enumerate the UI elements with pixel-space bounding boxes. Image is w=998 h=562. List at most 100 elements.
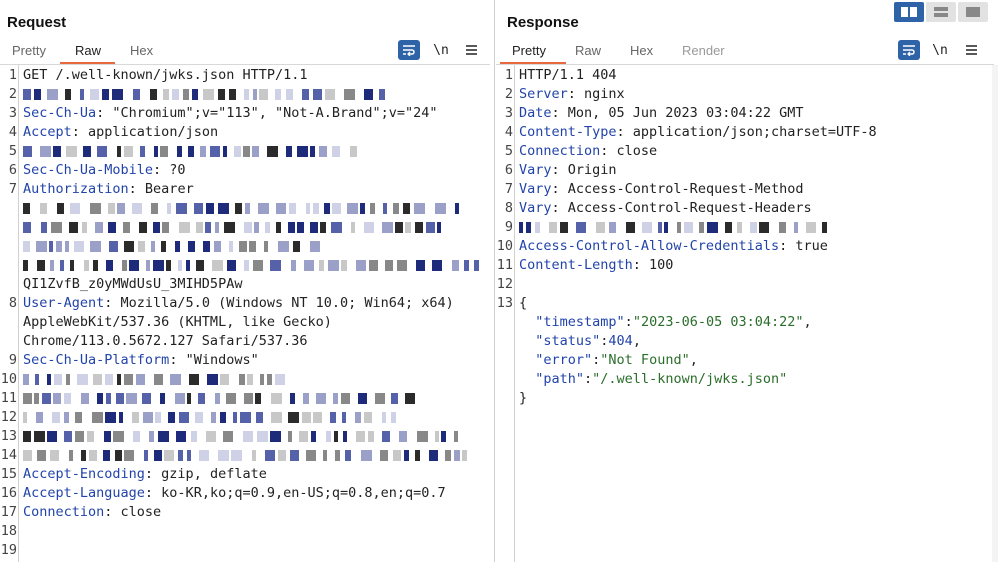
line-number: 18 <box>0 523 17 539</box>
request-code-line: AppleWebKit/537.36 (KHTML, like Gecko) <box>23 314 332 330</box>
tab-pretty[interactable]: Pretty <box>12 43 46 58</box>
redaction-block <box>117 373 121 385</box>
line-number: 6 <box>8 162 17 178</box>
redaction-block <box>535 221 540 233</box>
redaction-block <box>429 449 438 461</box>
redaction-block <box>725 221 732 233</box>
redaction-block <box>311 430 316 442</box>
redaction-block <box>275 88 281 100</box>
redaction-block <box>124 373 133 385</box>
tab-pretty[interactable]: Pretty <box>512 43 546 58</box>
redaction-block <box>52 411 60 423</box>
redaction-block <box>57 202 64 214</box>
layout-single-button[interactable] <box>958 2 988 22</box>
redaction-block <box>64 411 69 423</box>
line-number: 8 <box>504 200 513 216</box>
redaction-block <box>560 221 568 233</box>
layout-vertical-button[interactable] <box>926 2 956 22</box>
redaction-block <box>316 392 326 404</box>
redaction-block <box>260 373 264 385</box>
redaction-block <box>324 202 330 214</box>
redaction-block <box>224 221 235 233</box>
redaction-block <box>196 259 204 271</box>
redaction-block <box>103 449 110 461</box>
scrollbar[interactable] <box>992 65 998 562</box>
response-code-line: Connection: close <box>519 143 658 159</box>
response-code-line: "error":"Not Found", <box>519 352 698 368</box>
redaction-block <box>243 430 253 442</box>
redaction-block <box>526 221 531 233</box>
newline-button[interactable]: \n <box>430 40 452 60</box>
redaction-block <box>254 221 259 233</box>
menu-button[interactable] <box>460 40 482 60</box>
redaction-block <box>146 259 150 271</box>
redaction-block <box>70 259 74 271</box>
redaction-block <box>74 240 84 252</box>
response-code-line: Server: nginx <box>519 86 625 102</box>
redaction-block <box>347 202 358 214</box>
line-number: 13 <box>0 428 17 444</box>
tab-hex[interactable]: Hex <box>130 43 153 58</box>
redaction-block <box>196 221 203 233</box>
redaction-block <box>132 202 142 214</box>
redaction-block <box>313 202 319 214</box>
tab-hex[interactable]: Hex <box>630 43 653 58</box>
tab-render[interactable]: Render <box>682 43 725 58</box>
response-code-line: "timestamp":"2023-06-05 03:04:22", <box>519 314 812 330</box>
redaction-block <box>149 430 154 442</box>
tab-raw[interactable]: Raw <box>575 43 601 58</box>
redaction-block <box>244 259 249 271</box>
line-number: 2 <box>504 86 513 102</box>
redaction-block <box>206 430 216 442</box>
word-wrap-button[interactable] <box>898 40 920 60</box>
redaction-block <box>23 88 31 100</box>
redaction-block <box>310 240 320 252</box>
redaction-block <box>106 259 113 271</box>
redaction-block <box>82 221 87 233</box>
redaction-block <box>345 449 351 461</box>
response-code-line: { <box>519 295 528 311</box>
word-wrap-icon <box>903 45 915 56</box>
redaction-block <box>684 221 693 233</box>
menu-button[interactable] <box>960 40 982 60</box>
redaction-block <box>154 373 163 385</box>
redaction-block <box>23 202 30 214</box>
redaction-block <box>454 430 458 442</box>
line-number: 14 <box>0 447 17 463</box>
redaction-block <box>642 221 652 233</box>
redaction-block <box>278 240 289 252</box>
redaction-block <box>229 240 233 252</box>
redaction-block <box>223 430 233 442</box>
tab-raw[interactable]: Raw <box>75 43 101 58</box>
redaction-block <box>191 430 197 442</box>
redaction-block <box>37 259 45 271</box>
redaction-block <box>166 259 171 271</box>
redaction-block <box>106 392 111 404</box>
redaction-block <box>40 145 51 157</box>
redaction-block <box>50 449 59 461</box>
redaction-block <box>210 145 220 157</box>
redaction-block <box>403 202 410 214</box>
redaction-block <box>23 430 31 442</box>
word-wrap-button[interactable] <box>398 40 420 60</box>
request-editor[interactable]: 1 GET /.well-known/jwks.json HTTP/1.1 2 3 Se… <box>0 65 494 562</box>
redaction-block <box>87 430 94 442</box>
redaction-block <box>65 240 69 252</box>
response-title: Response <box>507 14 579 31</box>
line-number: 3 <box>8 105 17 121</box>
redaction-block <box>212 259 223 271</box>
redaction-block <box>677 221 681 233</box>
line-number: 6 <box>504 162 513 178</box>
redaction-block <box>34 430 45 442</box>
response-editor[interactable]: 1 HTTP/1.1 404 2 Server: nginx 3 Date: Mon, 0… <box>496 65 998 562</box>
newline-button[interactable]: \n <box>929 40 951 60</box>
redaction-block <box>154 449 162 461</box>
redaction-block <box>405 392 415 404</box>
redaction-block <box>464 259 469 271</box>
redaction-block <box>379 88 385 100</box>
layout-split-button[interactable] <box>894 2 924 22</box>
redaction-block <box>66 145 77 157</box>
line-number: 2 <box>8 86 17 102</box>
redaction-block <box>162 221 169 233</box>
redaction-block <box>124 449 134 461</box>
